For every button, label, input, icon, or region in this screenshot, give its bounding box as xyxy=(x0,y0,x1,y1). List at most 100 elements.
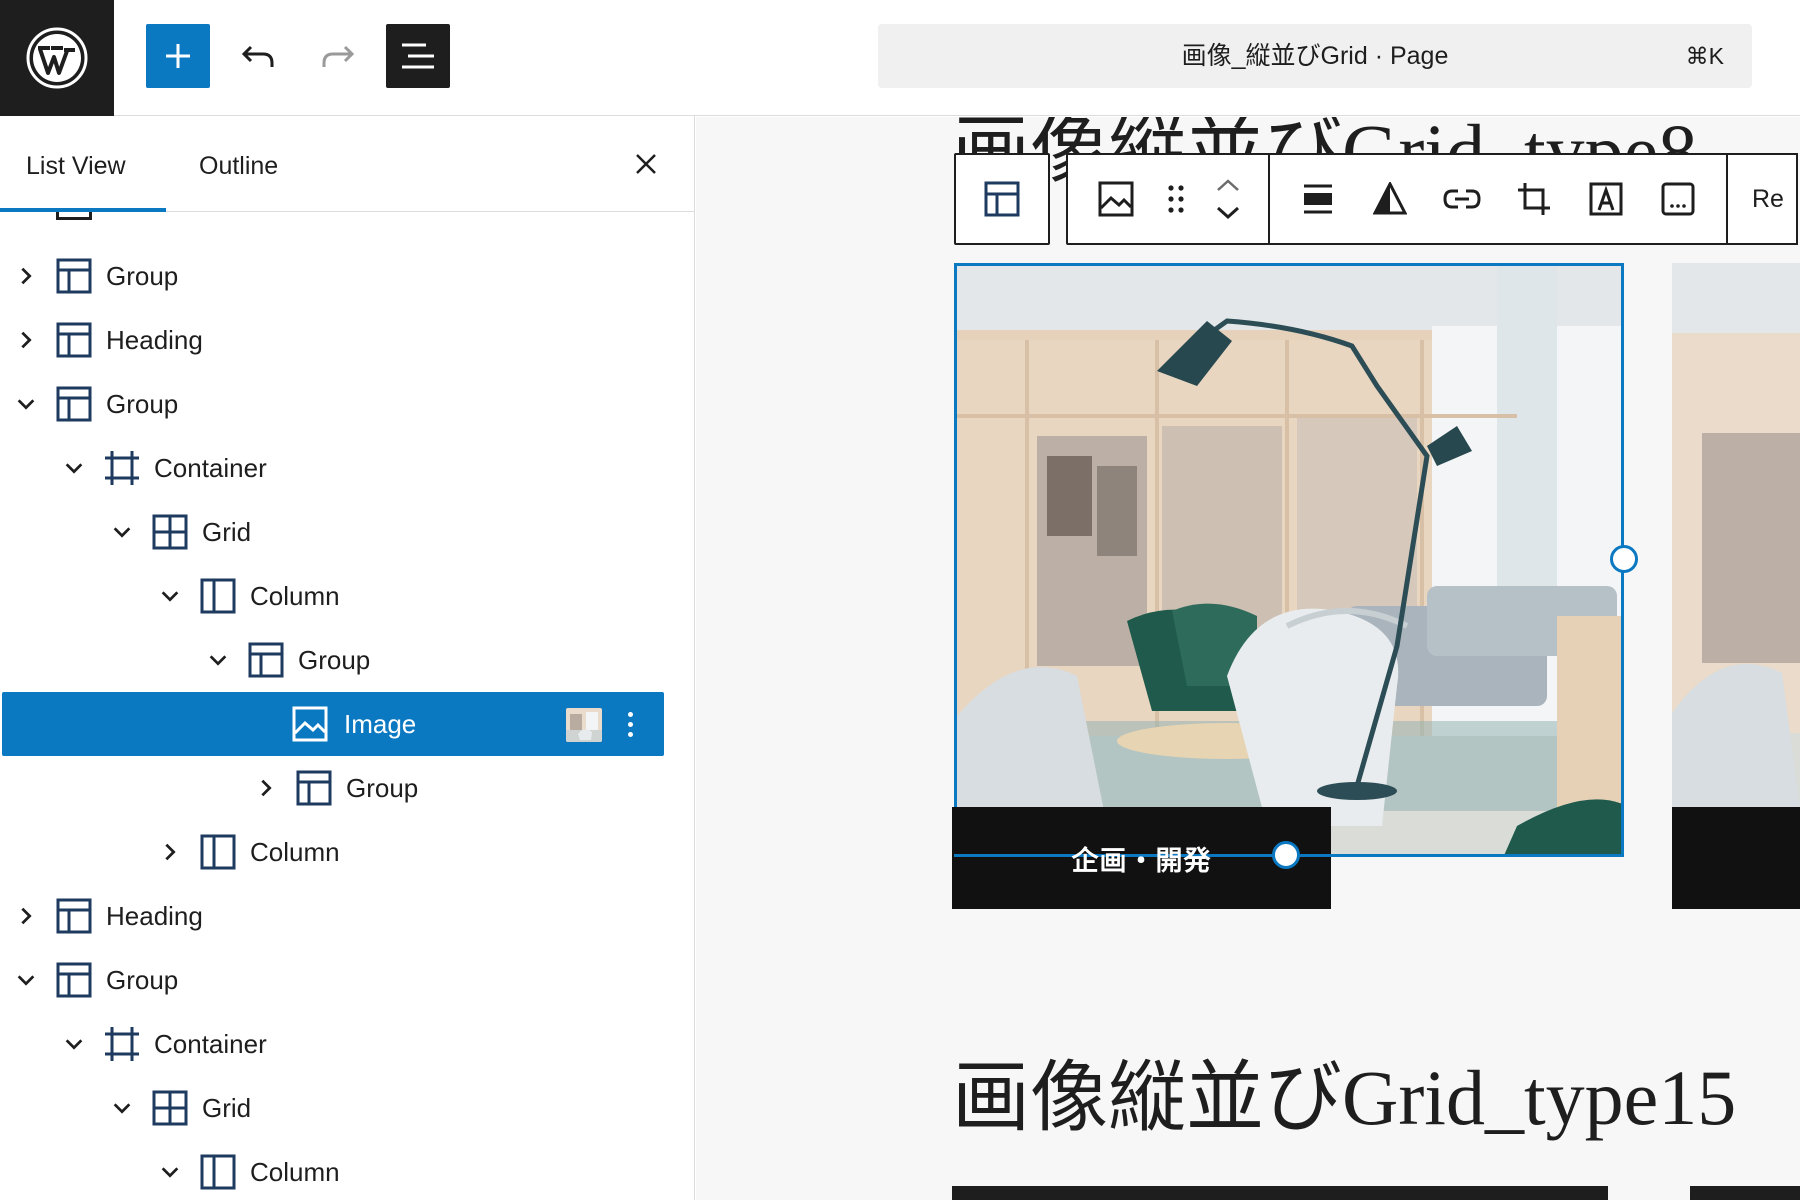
list-view-item-label: Grid xyxy=(202,1093,252,1123)
list-view-item-label: Heading xyxy=(106,325,203,355)
plus-icon xyxy=(166,44,190,68)
list-view-item-image[interactable]: Image xyxy=(2,692,664,756)
editor-top-bar: 画像_縦並びGrid · Page ⌘K xyxy=(0,0,1800,116)
chevron-down-icon[interactable] xyxy=(206,648,230,672)
document-overview-button[interactable] xyxy=(386,24,450,88)
selected-image-block[interactable] xyxy=(954,263,1624,857)
replace-button[interactable]: Re xyxy=(1740,185,1784,214)
group-icon xyxy=(56,962,92,998)
undo-icon xyxy=(241,45,274,67)
grid-icon xyxy=(152,1090,188,1126)
chevron-up-icon xyxy=(1217,179,1239,191)
column-icon xyxy=(200,578,236,614)
list-view-item-container[interactable]: Container xyxy=(0,1012,694,1076)
menu-dot xyxy=(627,731,633,737)
next-caption-background[interactable] xyxy=(1672,807,1800,909)
list-view-item-grid[interactable]: Grid xyxy=(0,500,694,564)
item-options-button[interactable] xyxy=(620,706,640,742)
chevron-down-icon[interactable] xyxy=(110,520,134,544)
image-icon xyxy=(292,706,328,742)
list-view-item-column[interactable]: Column xyxy=(0,564,694,628)
align-icon xyxy=(1304,184,1332,214)
chevron-right-icon[interactable] xyxy=(158,840,182,864)
list-view-item-column[interactable]: Column xyxy=(0,1140,694,1200)
group-icon xyxy=(56,386,92,422)
list-view-item-label: Image xyxy=(344,709,417,739)
close-icon xyxy=(636,154,656,174)
align-button[interactable] xyxy=(1282,155,1354,243)
chevron-down-icon[interactable] xyxy=(158,584,182,608)
list-view-item-label: Group xyxy=(106,965,179,995)
list-view-icon xyxy=(402,43,434,69)
filter-icon xyxy=(1373,182,1407,215)
list-view-item-group[interactable]: Group xyxy=(0,756,694,820)
undo-button[interactable] xyxy=(226,24,290,88)
toolbar-separator xyxy=(1268,153,1270,245)
list-view-item-group[interactable]: Group xyxy=(0,244,694,308)
group-icon xyxy=(56,322,92,358)
chevron-right-icon[interactable] xyxy=(14,904,38,928)
close-panel-button[interactable] xyxy=(628,146,664,182)
text-overlay-button[interactable] xyxy=(1570,155,1642,243)
text-overlay-icon xyxy=(1589,182,1623,216)
grid-icon xyxy=(152,514,188,550)
image-toolbar-group: Re xyxy=(1066,153,1798,245)
wordpress-icon xyxy=(26,27,88,89)
list-view-item-label: Column xyxy=(250,1157,340,1187)
link-button[interactable] xyxy=(1426,155,1498,243)
block-tree: Group Heading Group Container Grid Column Grou… xyxy=(0,212,694,1200)
redo-button[interactable] xyxy=(306,24,370,88)
select-parent-button[interactable] xyxy=(954,153,1050,245)
tab-list-view[interactable]: List View xyxy=(26,116,126,212)
tab-outline[interactable]: Outline xyxy=(199,116,278,212)
image-thumbnail xyxy=(566,708,602,742)
resize-handle-right[interactable] xyxy=(1610,545,1638,573)
command-palette-bar[interactable]: 画像_縦並びGrid · Page ⌘K xyxy=(878,24,1752,88)
drag-handle[interactable] xyxy=(1152,155,1200,243)
group-icon xyxy=(296,770,332,806)
chevron-right-icon[interactable] xyxy=(254,776,278,800)
list-view-item-heading[interactable]: Heading xyxy=(0,308,694,372)
list-view-item-group[interactable]: Group xyxy=(0,372,694,436)
chevron-right-icon[interactable] xyxy=(14,328,38,352)
list-view-item-column[interactable]: Column xyxy=(0,820,694,884)
list-view-item-container[interactable]: Container xyxy=(0,436,694,500)
command-shortcut: ⌘K xyxy=(1685,43,1724,69)
chevron-down-icon[interactable] xyxy=(62,456,86,480)
drag-icon xyxy=(1168,185,1184,213)
chevron-down-icon[interactable] xyxy=(158,1160,182,1184)
chevron-down-icon[interactable] xyxy=(14,968,38,992)
alt-text-button[interactable] xyxy=(1642,155,1714,243)
duotone-filter-button[interactable] xyxy=(1354,155,1426,243)
wordpress-logo-button[interactable] xyxy=(0,0,114,116)
next-section-image-2[interactable] xyxy=(1690,1186,1800,1200)
move-up-down-buttons[interactable] xyxy=(1200,155,1256,243)
list-view-item-group[interactable]: Group xyxy=(0,948,694,1012)
chevron-down-icon[interactable] xyxy=(14,392,38,416)
container-icon xyxy=(104,1026,140,1062)
crop-button[interactable] xyxy=(1498,155,1570,243)
add-block-button[interactable] xyxy=(146,24,210,88)
office-lounge-photo xyxy=(957,266,1621,854)
block-type-button[interactable] xyxy=(1080,155,1152,243)
chevron-right-icon[interactable] xyxy=(14,264,38,288)
chevron-down-icon[interactable] xyxy=(110,1096,134,1120)
next-section-image[interactable] xyxy=(952,1186,1608,1200)
editor-canvas[interactable]: 画像縦並びGrid_type8 xyxy=(696,117,1800,1200)
list-view-item-label: Container xyxy=(154,1029,267,1059)
canvas-heading-type15[interactable]: 画像縦並びGrid_type15 xyxy=(952,1035,1736,1147)
list-view-item-group[interactable]: Group xyxy=(0,628,694,692)
group-icon xyxy=(248,642,284,678)
list-view-item-heading[interactable]: Heading xyxy=(0,884,694,948)
chevron-down-icon[interactable] xyxy=(62,1032,86,1056)
list-view-item-label: Container xyxy=(154,453,267,483)
list-view-panel: List View Outline Group Heading Group Conta… xyxy=(0,116,695,1200)
crop-icon xyxy=(1518,183,1550,215)
list-view-item-label: Column xyxy=(250,837,340,867)
group-icon xyxy=(984,181,1020,217)
next-grid-image[interactable] xyxy=(1672,263,1800,857)
resize-handle-bottom[interactable] xyxy=(1272,841,1300,869)
list-view-item-grid[interactable]: Grid xyxy=(0,1076,694,1140)
list-view-item-label: Group xyxy=(298,645,371,675)
list-view-item-label: Column xyxy=(250,581,340,611)
